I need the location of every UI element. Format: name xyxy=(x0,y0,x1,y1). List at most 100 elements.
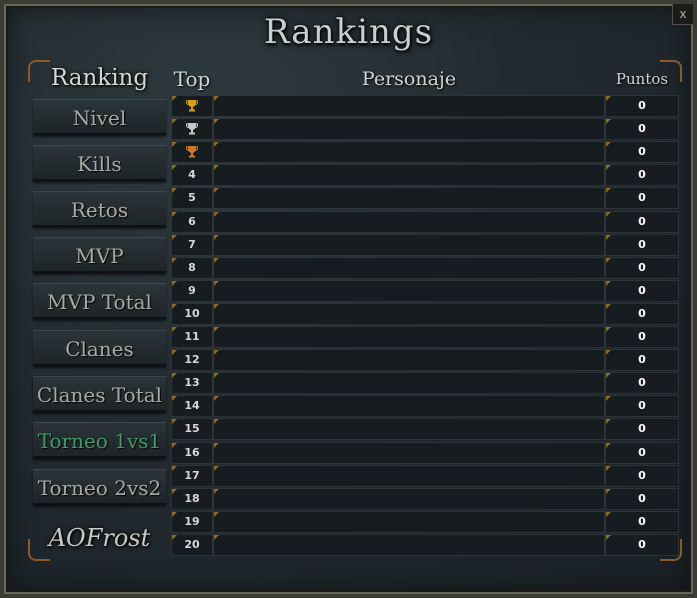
rank-cell: 11 xyxy=(171,326,213,348)
rank-cell: 12 xyxy=(171,349,213,372)
rankings-window: x Rankings Ranking Nivel Kills Retos MVP… xyxy=(0,0,697,598)
cell-corner-icon xyxy=(214,234,219,240)
cell-corner-icon xyxy=(214,303,219,309)
cell-corner-icon xyxy=(606,257,611,263)
cell-corner-icon xyxy=(172,188,177,194)
puntos-cell: 0 xyxy=(605,187,679,210)
cell-corner-icon xyxy=(606,280,611,286)
rank-cell: 6 xyxy=(171,210,213,233)
rank-number: 8 xyxy=(188,260,196,274)
cell-corner-icon xyxy=(214,419,219,425)
cell-corner-icon xyxy=(606,350,611,356)
points-value: 0 xyxy=(638,537,646,551)
rank-cell: 8 xyxy=(171,256,213,279)
cell-corner-icon xyxy=(172,257,177,263)
puntos-cell: 0 xyxy=(605,302,679,325)
points-value: 0 xyxy=(638,122,646,136)
puntos-cell: 0 xyxy=(605,418,679,441)
personaje-cell xyxy=(213,141,605,164)
cell-corner-icon xyxy=(172,396,177,402)
rank-cell xyxy=(171,141,213,164)
personaje-cell xyxy=(213,164,605,187)
cell-corner-icon xyxy=(214,327,219,332)
cell-corner-icon xyxy=(606,327,611,332)
cell-corner-icon xyxy=(172,442,177,448)
cell-corner-icon xyxy=(172,488,177,494)
rank-cell: 13 xyxy=(171,372,213,395)
puntos-cell: 0 xyxy=(605,233,679,256)
points-value: 0 xyxy=(638,145,646,159)
cell-corner-icon xyxy=(172,327,177,332)
table-row: 0 xyxy=(167,141,679,164)
rank-cell: 18 xyxy=(171,487,213,510)
cell-corner-icon xyxy=(172,119,177,125)
cell-corner-icon xyxy=(214,396,219,402)
cell-corner-icon xyxy=(214,373,219,379)
rank-cell: 17 xyxy=(171,464,213,487)
header-puntos: Puntos xyxy=(615,70,669,88)
ranking-nivel-button[interactable]: Nivel xyxy=(33,99,166,135)
personaje-cell xyxy=(213,95,605,117)
points-value: 0 xyxy=(638,468,646,482)
rank-number: 6 xyxy=(188,214,196,228)
table-row: 0 xyxy=(167,95,679,117)
cell-corner-icon xyxy=(606,419,611,425)
table-row: 50 xyxy=(167,187,679,210)
points-value: 0 xyxy=(638,445,646,459)
rank-number: 7 xyxy=(188,237,196,251)
points-value: 0 xyxy=(638,168,646,182)
puntos-cell: 0 xyxy=(605,464,679,487)
personaje-cell xyxy=(213,302,605,325)
cell-corner-icon xyxy=(606,234,611,240)
table-row: 20 0 xyxy=(167,533,679,556)
ranking-mvp-total-button[interactable]: MVP Total xyxy=(33,283,166,319)
ranking-clanes-total-button[interactable]: Clanes Total xyxy=(33,376,166,412)
cell-corner-icon xyxy=(214,534,219,540)
cell-corner-icon xyxy=(606,488,611,494)
points-value: 0 xyxy=(638,422,646,436)
ranking-retos-button[interactable]: Retos xyxy=(33,191,166,227)
cell-corner-icon xyxy=(172,165,177,171)
cell-corner-icon xyxy=(606,303,611,309)
cell-corner-icon xyxy=(606,534,611,540)
ranking-mvp-button[interactable]: MVP xyxy=(33,237,166,273)
cell-corner-icon xyxy=(172,142,177,148)
ranking-torneo-2vs2-button[interactable]: Torneo 2vs2 xyxy=(33,469,166,505)
rank-cell: 15 xyxy=(171,418,213,441)
cell-corner-icon xyxy=(214,142,219,148)
points-value: 0 xyxy=(638,191,646,205)
cell-corner-icon xyxy=(606,142,611,148)
rank-cell: 10 xyxy=(171,302,213,325)
cell-corner-icon xyxy=(172,96,177,101)
rank-cell: 9 xyxy=(171,279,213,302)
rank-number: 10 xyxy=(184,306,200,320)
cell-corner-icon xyxy=(606,465,611,471)
puntos-cell: 0 xyxy=(605,141,679,164)
cell-corner-icon xyxy=(172,534,177,540)
ranking-torneo-1vs1-button[interactable]: Torneo 1vs1 xyxy=(33,422,166,458)
rank-number: 17 xyxy=(184,468,200,482)
puntos-cell: 0 xyxy=(605,533,679,556)
cell-corner-icon xyxy=(214,280,219,286)
points-value: 0 xyxy=(638,353,646,367)
puntos-cell: 0 xyxy=(605,164,679,187)
personaje-cell xyxy=(213,418,605,441)
personaje-cell xyxy=(213,349,605,372)
cell-corner-icon xyxy=(172,419,177,425)
ranking-clanes-button[interactable]: Clanes xyxy=(33,330,166,366)
cell-corner-icon xyxy=(606,96,611,101)
table-row: 70 xyxy=(167,233,679,256)
points-value: 0 xyxy=(638,306,646,320)
cell-corner-icon xyxy=(214,165,219,171)
rank-number: 15 xyxy=(184,422,200,436)
rank-number: 5 xyxy=(188,191,196,205)
puntos-cell: 0 xyxy=(605,256,679,279)
gold-trophy-icon xyxy=(186,99,198,113)
personaje-cell xyxy=(213,533,605,556)
cell-corner-icon xyxy=(606,188,611,194)
ranking-table: Top Personaje Puntos 0 0 0 4 0 5 0 6 0 7 0 8 0 9 0 10 0 1… xyxy=(167,62,679,562)
ranking-kills-button[interactable]: Kills xyxy=(33,145,166,181)
personaje-cell xyxy=(213,256,605,279)
rank-cell: 4 xyxy=(171,164,213,187)
rank-cell: 14 xyxy=(171,395,213,418)
